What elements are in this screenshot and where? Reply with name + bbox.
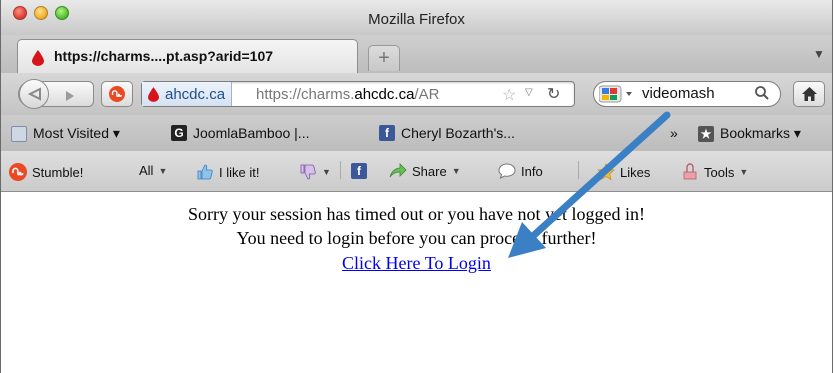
smart-folder-icon bbox=[11, 125, 27, 142]
likes-label: Likes bbox=[620, 164, 651, 180]
chevron-down-icon: ▼ bbox=[739, 167, 749, 177]
login-link[interactable]: Click Here To Login bbox=[342, 253, 491, 273]
tab-title: https://charms....pt.asp?arid=107 bbox=[54, 48, 274, 64]
home-icon bbox=[802, 87, 817, 101]
share-label: Share bbox=[412, 163, 447, 179]
thumbs-down-icon bbox=[300, 164, 316, 180]
all-topics-dropdown[interactable]: All ▼ bbox=[139, 163, 167, 178]
toolbar-separator bbox=[340, 161, 341, 179]
bookmark-label: Cheryl Bozarth's... bbox=[401, 125, 515, 141]
search-input[interactable]: videomash bbox=[642, 85, 715, 102]
chevron-down-icon: ▼ bbox=[451, 166, 461, 176]
joomlabamboo-favicon: G bbox=[171, 125, 187, 141]
back-forward-group bbox=[18, 79, 94, 109]
tools-menu-button[interactable]: Tools ▼ bbox=[681, 163, 748, 181]
url-host: ahcdc.ca bbox=[354, 86, 415, 103]
url-prefix: https://charms. bbox=[256, 86, 355, 103]
thumbs-down-button[interactable]: ▼ bbox=[299, 163, 331, 181]
share-arrow-icon bbox=[389, 163, 407, 178]
i-like-it-button[interactable]: I like it! bbox=[196, 163, 259, 181]
facebook-share-button[interactable]: f bbox=[351, 163, 367, 179]
i-like-it-label: I like it! bbox=[219, 164, 260, 180]
navigation-toolbar: ahcdc.ca https://charms.ahcdc.ca/AR ☆ ▽ … bbox=[1, 73, 832, 116]
bookmarks-menu-button[interactable]: ★ Bookmarks ▾ bbox=[698, 125, 801, 142]
window-title: Mozilla Firefox bbox=[368, 11, 465, 28]
bookmarks-star-icon: ★ bbox=[698, 125, 714, 142]
stumble-button[interactable]: Stumble! bbox=[9, 163, 83, 181]
blood-drop-favicon-icon bbox=[148, 86, 159, 102]
all-label: All bbox=[139, 163, 154, 178]
facebook-icon: f bbox=[379, 125, 395, 141]
facebook-icon: f bbox=[351, 163, 367, 179]
page-content: Sorry your session has timed out or you … bbox=[1, 192, 832, 373]
title-bar: Mozilla Firefox bbox=[1, 0, 832, 35]
tools-label: Tools bbox=[704, 164, 735, 180]
bookmark-label: JoomlaBamboo |... bbox=[193, 125, 310, 141]
list-all-tabs-icon[interactable]: ▼ bbox=[813, 47, 825, 61]
url-suffix: /AR bbox=[414, 86, 440, 103]
session-timeout-message: Sorry your session has timed out or you … bbox=[188, 204, 645, 224]
tab-active[interactable]: https://charms....pt.asp?arid=107 bbox=[17, 39, 358, 73]
stumble-label: Stumble! bbox=[32, 164, 84, 180]
url-bar[interactable]: ahcdc.ca https://charms.ahcdc.ca/AR ☆ ▽ … bbox=[141, 81, 575, 107]
back-arrow-icon bbox=[27, 87, 41, 101]
stumbleupon-toolbar: Stumble! All ▼ I like it! ▼ f Share ▼ In… bbox=[1, 151, 832, 192]
bookmark-label: Most Visited ▾ bbox=[33, 125, 120, 141]
browser-window: Mozilla Firefox https://charms....pt.asp… bbox=[0, 0, 833, 373]
url-text[interactable]: https://charms.ahcdc.ca/AR bbox=[256, 86, 541, 103]
likes-button[interactable]: Likes bbox=[597, 163, 650, 181]
speech-bubble-icon bbox=[498, 163, 516, 179]
chevron-down-icon: ▼ bbox=[158, 165, 168, 176]
bookmark-cheryl-bozarth[interactable]: f Cheryl Bozarth's... bbox=[379, 125, 515, 141]
url-history-dropdown-icon[interactable]: ▽ bbox=[525, 87, 533, 98]
forward-button[interactable] bbox=[65, 89, 75, 107]
star-icon bbox=[597, 163, 615, 181]
share-button[interactable]: Share ▼ bbox=[389, 163, 461, 179]
home-button[interactable] bbox=[793, 81, 825, 107]
search-icon[interactable] bbox=[754, 85, 770, 106]
bookmark-joomlabamboo[interactable]: G JoomlaBamboo |... bbox=[171, 125, 309, 141]
thumbs-up-icon bbox=[197, 164, 213, 180]
bookmarks-toolbar: Most Visited ▾ G JoomlaBamboo |... f Che… bbox=[1, 115, 832, 152]
tools-icon bbox=[683, 163, 697, 180]
reload-icon[interactable]: ↻ bbox=[547, 84, 560, 104]
info-label: Info bbox=[521, 163, 543, 179]
bookmarks-overflow-chevron[interactable]: » bbox=[670, 125, 678, 141]
chevron-down-icon: ▼ bbox=[322, 167, 331, 177]
login-required-message: You need to login before you can proceed… bbox=[236, 228, 597, 248]
overflow-chevron-icon: » bbox=[670, 125, 678, 141]
google-search-engine-icon[interactable] bbox=[598, 85, 639, 108]
new-tab-button[interactable]: + bbox=[368, 45, 400, 71]
tab-strip: https://charms....pt.asp?arid=107 + ▼ bbox=[1, 35, 832, 74]
search-bar[interactable]: videomash bbox=[593, 81, 781, 107]
bookmark-most-visited[interactable]: Most Visited ▾ bbox=[11, 125, 120, 142]
stumbleupon-icon bbox=[109, 86, 125, 107]
forward-arrow-icon bbox=[66, 91, 74, 101]
back-button[interactable] bbox=[19, 79, 49, 109]
bookmarks-menu-label: Bookmarks ▾ bbox=[720, 125, 801, 141]
site-identity-label: ahcdc.ca bbox=[165, 85, 226, 103]
blood-drop-favicon-icon bbox=[32, 50, 44, 71]
toolbar-separator bbox=[578, 161, 579, 179]
stumbleupon-toolbar-button[interactable] bbox=[101, 81, 133, 107]
stumbleupon-icon bbox=[9, 163, 27, 181]
info-button[interactable]: Info bbox=[498, 163, 543, 179]
bookmark-star-icon[interactable]: ☆ bbox=[502, 85, 516, 105]
site-identity-button[interactable]: ahcdc.ca bbox=[142, 82, 233, 106]
